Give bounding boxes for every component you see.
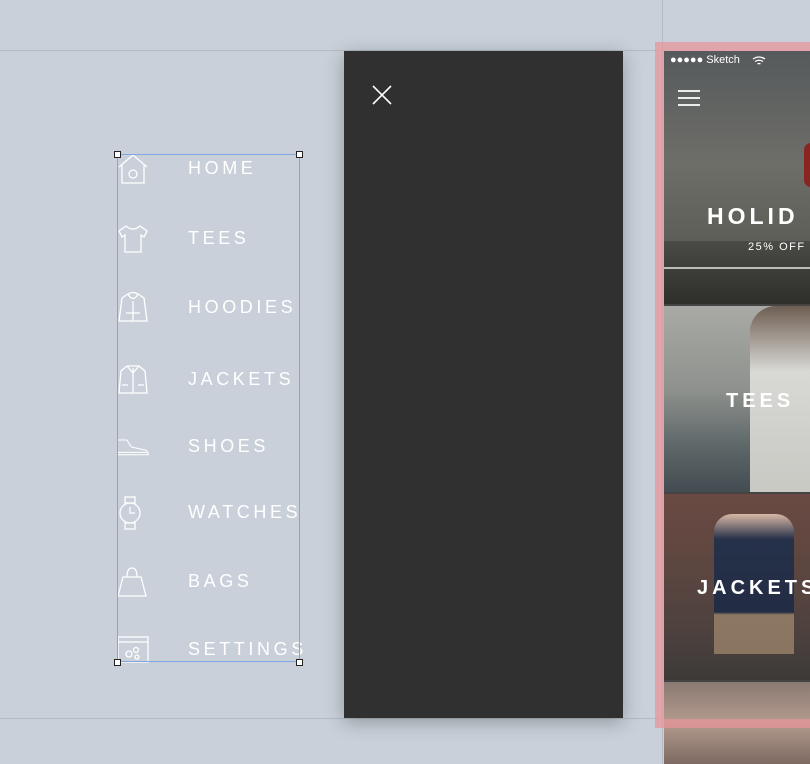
artboard-guide-right	[662, 0, 663, 764]
hero-panel[interactable]: ●●●●● Sketch HOLID 25% OFF	[664, 51, 810, 304]
phone-preview: ●●●●● Sketch HOLID 25% OFF TEES JACKETS	[664, 51, 810, 764]
tees-title: TEES	[726, 390, 795, 412]
hamburger-menu-icon[interactable]	[678, 90, 700, 106]
hero-subtitle: 25% OFF	[748, 241, 806, 253]
close-icon[interactable]	[368, 81, 396, 109]
jackets-title: JACKETS	[697, 577, 810, 599]
resize-handle-top-right[interactable]	[296, 151, 303, 158]
resize-handle-bottom-left[interactable]	[114, 659, 121, 666]
resize-handle-top-left[interactable]	[114, 151, 121, 158]
resize-handle-bottom-right[interactable]	[296, 659, 303, 666]
hero-title: HOLID	[707, 203, 799, 229]
drawer-panel	[344, 51, 623, 718]
status-bar-text: ●●●●● Sketch	[670, 54, 740, 66]
jackets-panel[interactable]: JACKETS	[664, 494, 810, 680]
artboard-guide-bottom	[0, 718, 660, 719]
tees-panel[interactable]: TEES	[664, 306, 810, 492]
wifi-icon	[752, 56, 766, 65]
next-panel[interactable]	[664, 682, 810, 764]
selection-box[interactable]	[117, 154, 300, 662]
